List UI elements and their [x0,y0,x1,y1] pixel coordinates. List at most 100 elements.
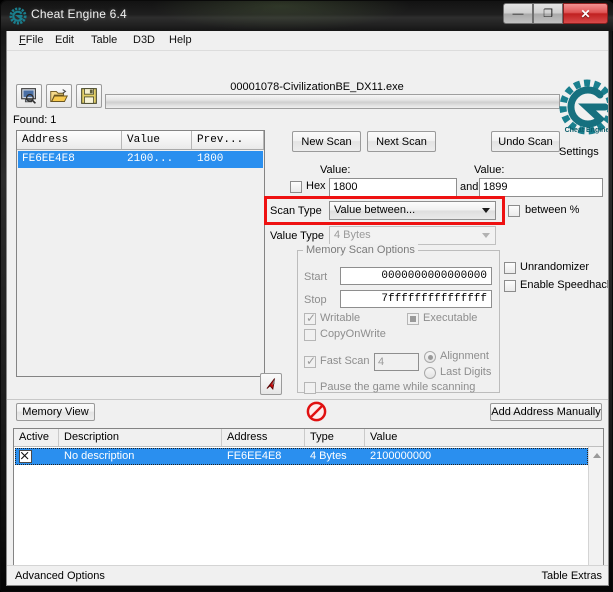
menu-d3d-label: D3D [133,34,156,46]
save-floppy-icon [81,88,97,104]
menu-file-label: File [25,34,44,46]
menu-file[interactable]: FFile [15,34,47,46]
title-glow [151,1,411,31]
scan-type-value: Value between... [334,204,416,216]
memory-view-button[interactable]: Memory View [16,403,95,421]
ct-col-description[interactable]: Description [59,429,222,446]
pointer-scan-button[interactable] [260,373,282,395]
copyonwrite-label: CopyOnWrite [320,328,386,340]
memory-scan-options-title: Memory Scan Options [303,244,418,256]
executable-checkbox[interactable] [407,313,419,325]
window-title: Cheat Engine 6.4 [31,7,127,21]
title-bar: Cheat Engine 6.4 — ❐ ✕ [1,1,613,31]
ct-col-type[interactable]: Type [305,429,365,446]
ct-col-value[interactable]: Value [365,429,587,446]
between-percent-label: between % [525,204,580,216]
section-divider [7,399,608,400]
last-digits-label: Last Digits [440,366,492,378]
result-address: FE6EE4E8 [22,153,75,165]
open-file-button[interactable] [46,84,72,108]
alignment-label: Alignment [440,350,489,362]
stop-label: Stop [304,294,327,306]
speedhack-checkbox[interactable] [504,280,516,292]
scan-results-list[interactable]: Address Value Prev... FE6EE4E8 2100... 1… [16,130,265,377]
copyonwrite-checkbox[interactable] [304,329,316,341]
add-address-manually-button[interactable]: Add Address Manually [490,403,602,421]
save-file-button[interactable] [76,84,102,108]
cheat-entry-active-checkbox[interactable] [19,450,32,463]
menu-help[interactable]: Help [165,34,196,46]
cheat-entry-value: 2100000000 [370,450,432,462]
radio-dot-icon [427,354,433,360]
cheat-table: Active Description Address Type Value No… [13,428,604,585]
ct-col-active[interactable]: Active [14,429,59,446]
value-type-value: 4 Bytes [334,229,371,241]
cheat-table-row[interactable]: No description FE6EE4E8 4 Bytes 21000000… [15,448,588,465]
close-button[interactable]: ✕ [563,3,608,24]
alignment-radio[interactable] [424,351,436,363]
undo-scan-button[interactable]: Undo Scan [491,131,560,152]
grayed-square-icon [410,316,416,322]
table-extras-label[interactable]: Table Extras [541,570,602,582]
menu-help-label: Help [169,34,192,46]
speedhack-label: Enable Speedhack [520,279,609,291]
start-label: Start [304,271,328,283]
chevron-down-icon[interactable] [478,203,494,218]
svg-text:Cheat Engine: Cheat Engine [565,127,609,134]
menu-bar: FFile Edit Table D3D Help [7,31,608,51]
scan-result-row[interactable]: FE6EE4E8 2100... 1800 [18,151,263,168]
cheat-entry-address: FE6EE4E8 [227,450,282,462]
cheat-entry-type: 4 Bytes [310,450,347,462]
value-type-dropdown[interactable]: 4 Bytes [329,226,496,245]
fast-scan-label: Fast Scan [320,355,370,367]
x-mark-icon [20,451,29,460]
ct-col-address[interactable]: Address [222,429,305,446]
result-value: 2100... [127,153,174,165]
last-digits-radio[interactable] [424,367,436,379]
scan-type-dropdown[interactable]: Value between... [329,201,496,220]
fast-scan-value-input[interactable]: 4 [374,353,419,371]
pause-game-checkbox[interactable] [304,382,316,394]
maximize-button[interactable]: ❐ [533,3,563,24]
close-icon: ✕ [580,6,591,21]
results-col-address[interactable]: Address [17,131,122,149]
next-scan-button[interactable]: Next Scan [367,131,436,152]
cheat-table-header: Active Description Address Type Value [14,429,603,447]
unrandomizer-checkbox[interactable] [504,262,516,274]
scan-type-label: Scan Type [270,205,322,217]
value-label-2: Value: [474,164,505,176]
cheat-engine-settings-logo-icon[interactable]: Cheat Engine [557,79,609,141]
writable-checkbox[interactable]: ✓ [304,311,317,325]
value-label-1: Value: [320,164,351,176]
between-percent-checkbox[interactable] [508,205,520,217]
hex-checkbox[interactable] [290,181,302,193]
maximize-icon: ❐ [543,8,553,20]
status-bar: Advanced Options Table Extras [7,565,608,585]
results-col-value[interactable]: Value [122,131,192,149]
process-select-icon [21,88,37,104]
minimize-button[interactable]: — [503,3,533,24]
process-title: 00001078-CivilizationBE_DX11.exe [230,81,404,93]
scan-results-header: Address Value Prev... [17,131,264,150]
chevron-down-icon-2[interactable] [478,228,494,243]
check-icon-writable: ✓ [306,311,317,325]
scan-progress-bar [105,94,560,109]
process-select-button[interactable] [16,84,42,108]
results-col-prev[interactable]: Prev... [192,131,264,149]
stop-address-input[interactable]: 7fffffffffffffff [340,290,492,308]
new-scan-button[interactable]: New Scan [292,131,361,152]
stop-sign-icon[interactable] [306,401,327,422]
value-input-1[interactable]: 1800 [329,178,457,197]
hex-label: Hex [306,180,326,192]
value-type-label: Value Type [270,230,325,242]
menu-edit[interactable]: Edit [51,34,78,46]
menu-table[interactable]: Table [87,34,121,46]
value-input-2[interactable]: 1899 [479,178,603,197]
client-area: FFile Edit Table D3D Help 00001078-Civil… [6,31,609,586]
start-address-input[interactable]: 0000000000000000 [340,267,492,285]
scroll-up-icon[interactable] [590,448,603,462]
settings-label[interactable]: Settings [559,146,599,158]
advanced-options-label[interactable]: Advanced Options [15,570,105,582]
menu-d3d[interactable]: D3D [129,34,159,46]
fast-scan-checkbox[interactable]: ✓ [304,355,316,368]
